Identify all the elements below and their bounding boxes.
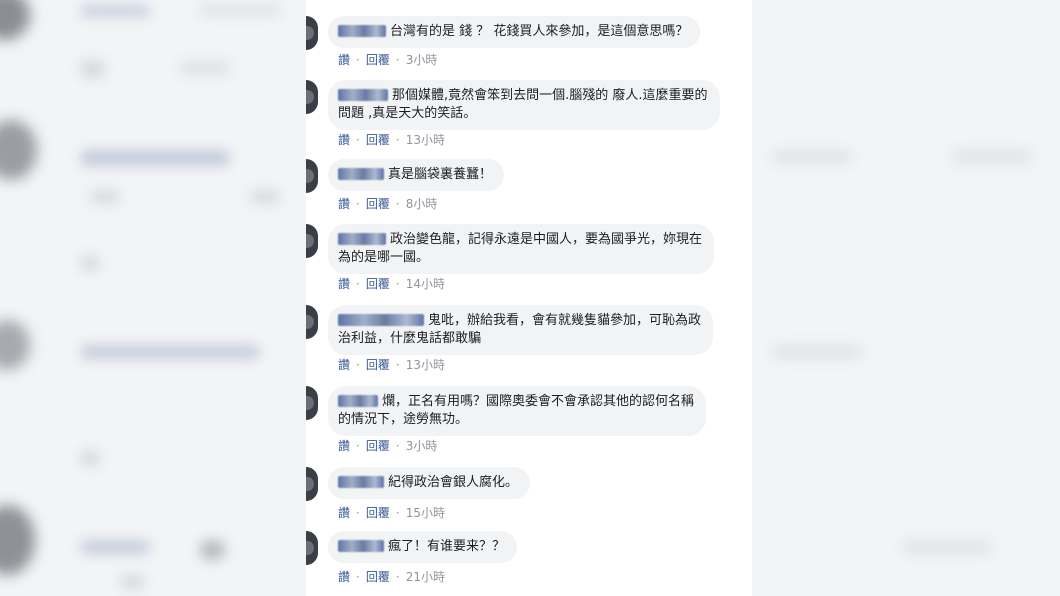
comment-bubble: 鬼吡，辦給我看，會有就幾隻貓參加，可恥為政 治利益，什麼鬼話都敢騙 [328, 305, 714, 355]
separator-dot: · [395, 276, 400, 291]
comment-text: 真是腦袋裏養蠶！ [388, 167, 493, 182]
like-link[interactable]: 讚 [338, 275, 350, 292]
comment-text: 政治變色龍，記得永遠是中國人，要為國爭光，妳現在 為的是哪一國。 [338, 232, 703, 265]
comment-actions: 讚 · 回覆 · 15小時 [338, 504, 445, 521]
comment-item: 真是腦袋裏養蠶！ 讚 · 回覆 · 8小時 [306, 159, 752, 215]
comment-text: 爛，正名有用嗎？國際奧委會不會承認其他的認何名稱 的情況下，途勞無功。 [338, 394, 695, 427]
comment-bubble: 真是腦袋裏養蠶！ [328, 159, 505, 191]
separator-dot: · [395, 505, 400, 520]
separator-dot: · [356, 357, 360, 372]
commenter-name-blurred[interactable] [338, 168, 384, 180]
separator-dot: · [395, 569, 400, 584]
separator-dot: · [395, 357, 400, 372]
like-link[interactable]: 讚 [338, 195, 350, 212]
comment-text: 那個媒體,竟然會笨到去問一個.腦殘的 廢人.這麼重要的 問題 ,真是天大的笑話。 [338, 88, 708, 121]
separator-dot: · [356, 438, 360, 453]
like-link[interactable]: 讚 [338, 568, 350, 585]
comment-text: 紀得政治會銀人腐化。 [388, 475, 519, 490]
reply-link[interactable]: 回覆 [366, 275, 390, 292]
comment-timestamp[interactable]: 3小時 [406, 437, 438, 454]
like-link[interactable]: 讚 [338, 131, 350, 148]
comment-actions: 讚 · 回覆 · 3小時 [338, 51, 437, 68]
comment-timestamp[interactable]: 15小時 [406, 504, 445, 521]
separator-dot: · [356, 569, 360, 584]
blurred-background-left [0, 0, 306, 596]
separator-dot: · [356, 276, 360, 291]
comment-bubble: 瘋了！有谁要来？？ [328, 531, 518, 563]
comment-item: 政治變色龍，記得永遠是中國人，要為國爭光，妳現在 為的是哪一國。 讚 · 回覆 · … [306, 224, 752, 296]
comment-timestamp[interactable]: 3小時 [406, 51, 438, 68]
commenter-name-blurred[interactable] [338, 233, 386, 245]
separator-dot: · [356, 52, 360, 67]
separator-dot: · [395, 196, 400, 211]
reply-link[interactable]: 回覆 [366, 356, 390, 373]
commenter-name-blurred[interactable] [338, 25, 386, 37]
reply-link[interactable]: 回覆 [366, 195, 390, 212]
avatar[interactable] [306, 224, 318, 258]
separator-dot: · [356, 196, 360, 211]
reply-link[interactable]: 回覆 [366, 51, 390, 68]
separator-dot: · [356, 505, 360, 520]
comment-text: 台灣有的是 錢 ？ 花錢買人來參加，是這個意思嗎？ [390, 24, 689, 39]
avatar[interactable] [306, 305, 318, 339]
comment-item: 台灣有的是 錢 ？ 花錢買人來參加，是這個意思嗎？ 讚 · 回覆 · 3小時 [306, 14, 752, 74]
comment-actions: 讚 · 回覆 · 13小時 [338, 131, 445, 148]
comment-actions: 讚 · 回覆 · 14小時 [338, 275, 445, 292]
comment-timestamp[interactable]: 14小時 [406, 275, 445, 292]
like-link[interactable]: 讚 [338, 51, 350, 68]
comment-item: 那個媒體,竟然會笨到去問一個.腦殘的 廢人.這麼重要的 問題 ,真是天大的笑話。… [306, 80, 752, 152]
comment-item: 爛，正名有用嗎？國際奧委會不會承認其他的認何名稱 的情況下，途勞無功。 讚 · 回… [306, 386, 752, 458]
avatar[interactable] [306, 159, 318, 193]
comment-actions: 讚 · 回覆 · 8小時 [338, 195, 437, 212]
reply-link[interactable]: 回覆 [366, 437, 390, 454]
like-link[interactable]: 讚 [338, 504, 350, 521]
comment-list: 台灣有的是 錢 ？ 花錢買人來參加，是這個意思嗎？ 讚 · 回覆 · 3小時 那個媒… [306, 0, 752, 596]
comment-timestamp[interactable]: 13小時 [406, 131, 445, 148]
separator-dot: · [395, 132, 400, 147]
separator-dot: · [395, 52, 400, 67]
comment-bubble: 爛，正名有用嗎？國際奧委會不會承認其他的認何名稱 的情況下，途勞無功。 [328, 386, 707, 436]
comment-text: 瘋了！有谁要来？？ [388, 539, 506, 554]
comment-bubble: 紀得政治會銀人腐化。 [328, 467, 531, 499]
blurred-background-right [752, 0, 1060, 596]
avatar[interactable] [306, 16, 318, 50]
comment-actions: 讚 · 回覆 · 21小時 [338, 568, 445, 585]
commenter-name-blurred[interactable] [338, 476, 384, 488]
commenter-name-blurred[interactable] [338, 314, 424, 326]
reply-link[interactable]: 回覆 [366, 568, 390, 585]
like-link[interactable]: 讚 [338, 437, 350, 454]
comment-item: 瘋了！有谁要来？？ 讚 · 回覆 · 21小時 [306, 531, 752, 587]
comment-timestamp[interactable]: 13小時 [406, 356, 445, 373]
avatar[interactable] [306, 386, 318, 420]
comment-bubble: 那個媒體,竟然會笨到去問一個.腦殘的 廢人.這麼重要的 問題 ,真是天大的笑話。 [328, 80, 720, 130]
avatar[interactable] [306, 80, 318, 114]
avatar[interactable] [306, 531, 318, 565]
commenter-name-blurred[interactable] [338, 395, 378, 407]
avatar[interactable] [306, 467, 318, 501]
reply-link[interactable]: 回覆 [366, 131, 390, 148]
separator-dot: · [395, 438, 400, 453]
commenter-name-blurred[interactable] [338, 89, 388, 101]
comment-item: 紀得政治會銀人腐化。 讚 · 回覆 · 15小時 [306, 467, 752, 523]
commenter-name-blurred[interactable] [338, 540, 384, 552]
comment-actions: 讚 · 回覆 · 13小時 [338, 356, 445, 373]
comment-actions: 讚 · 回覆 · 3小時 [338, 437, 437, 454]
reply-link[interactable]: 回覆 [366, 504, 390, 521]
comment-bubble: 台灣有的是 錢 ？ 花錢買人來參加，是這個意思嗎？ [328, 16, 701, 48]
comment-item: 鬼吡，辦給我看，會有就幾隻貓參加，可恥為政 治利益，什麼鬼話都敢騙 讚 · 回覆 ·… [306, 305, 752, 377]
like-link[interactable]: 讚 [338, 356, 350, 373]
comment-timestamp[interactable]: 8小時 [406, 195, 438, 212]
separator-dot: · [356, 132, 360, 147]
comment-timestamp[interactable]: 21小時 [406, 568, 445, 585]
comment-bubble: 政治變色龍，記得永遠是中國人，要為國爭光，妳現在 為的是哪一國。 [328, 224, 715, 274]
